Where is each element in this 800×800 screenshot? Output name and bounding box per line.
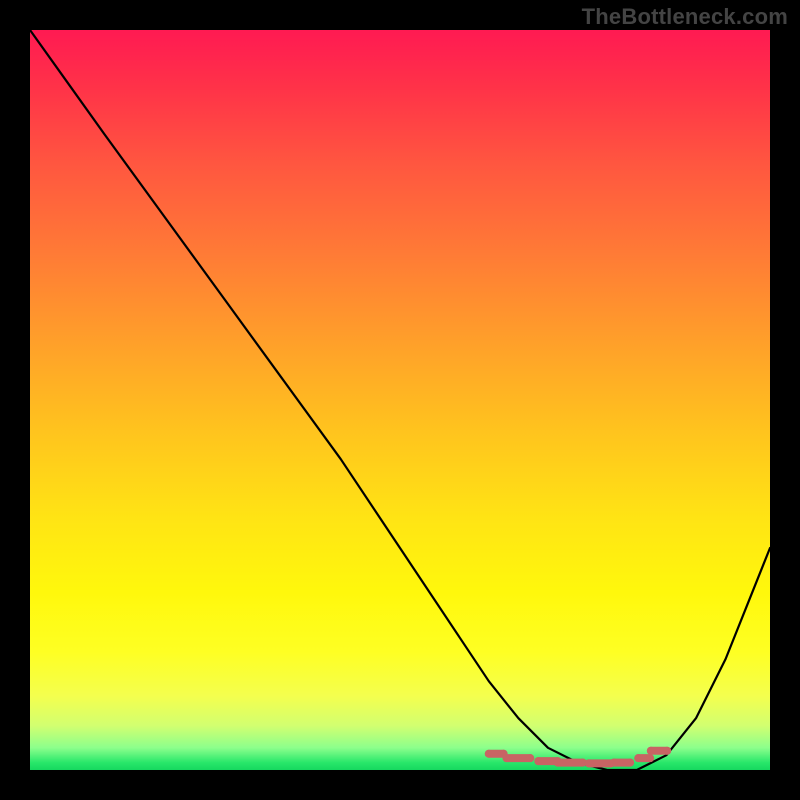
trough-dot: [634, 754, 642, 762]
chart-frame: TheBottleneck.com: [0, 0, 800, 800]
trough-dot: [534, 757, 542, 765]
trough-dot: [554, 759, 562, 767]
trough-markers: [485, 747, 671, 768]
curve-layer: [30, 30, 770, 770]
watermark: TheBottleneck.com: [582, 4, 788, 30]
trough-dot: [585, 759, 593, 767]
trough-dot: [610, 759, 618, 767]
trough-dot: [503, 754, 511, 762]
trough-dot: [485, 750, 493, 758]
bottleneck-curve: [30, 30, 770, 770]
trough-dot: [647, 747, 655, 755]
trough-dot: [526, 754, 534, 762]
trough-dot: [663, 747, 671, 755]
plot-area: [30, 30, 770, 770]
trough-dot: [626, 759, 634, 767]
trough-dot: [646, 754, 654, 762]
